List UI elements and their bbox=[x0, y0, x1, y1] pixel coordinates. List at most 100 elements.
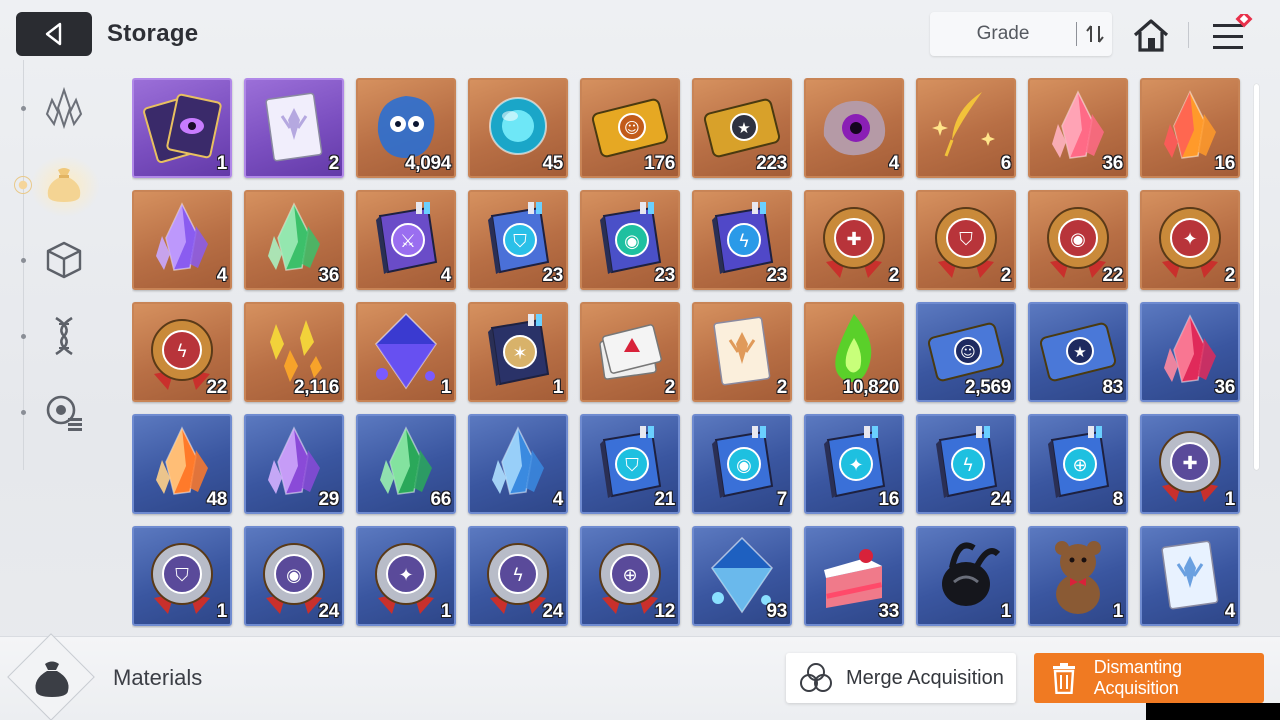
item-tile-purple-eye-blob[interactable]: 4 bbox=[804, 78, 904, 178]
trash-icon bbox=[1034, 662, 1094, 694]
svg-text:⛉: ⛉ bbox=[175, 565, 189, 586]
blue-white-book-icon bbox=[1161, 540, 1219, 610]
item-tile-gold-shards[interactable]: 2,116 bbox=[244, 302, 344, 402]
svg-text:☺: ☺ bbox=[624, 119, 640, 137]
inventory-grid-viewport[interactable]: 1 2 4,094 45 ☺ 176 ★ 223 4 6 36 16 4 36 ⚔ 4 ⛉ 23 ◉ 23 ϟ 23 ✚ 2 ⛉… bbox=[132, 78, 1244, 628]
item-tile-gear-medal-bolt[interactable]: ϟ 22 bbox=[132, 302, 232, 402]
item-tile-blue-spirit[interactable]: 4,094 bbox=[356, 78, 456, 178]
item-tile-silver-medal-eye[interactable]: ◉ 24 bbox=[244, 526, 344, 626]
inventory-scrollbar-thumb[interactable] bbox=[1254, 84, 1259, 470]
sidebar-active-marker bbox=[14, 176, 32, 194]
home-button[interactable] bbox=[1131, 16, 1171, 54]
item-tile-book-eye[interactable]: ◉ 23 bbox=[580, 190, 680, 290]
item-tile-gear-medal-shield[interactable]: ⛉ 2 bbox=[916, 190, 1016, 290]
sidebar-item-cubes[interactable] bbox=[38, 234, 90, 286]
item-tile-silver-medal-dagger[interactable]: ✦ 1 bbox=[356, 526, 456, 626]
item-tile-blue-white-book[interactable]: 4 bbox=[1140, 526, 1240, 626]
item-count: 1 bbox=[216, 601, 228, 622]
item-count: 4 bbox=[1224, 601, 1236, 622]
item-tile-blue-book-eye[interactable]: ◉ 7 bbox=[692, 414, 792, 514]
item-count: 4 bbox=[216, 265, 228, 286]
svg-text:⊕: ⊕ bbox=[622, 565, 637, 586]
sidebar-item-genes[interactable] bbox=[38, 310, 90, 362]
item-tile-gear-medal-eye[interactable]: ◉ 22 bbox=[1028, 190, 1128, 290]
inventory-scrollbar[interactable] bbox=[1254, 84, 1259, 470]
item-tile-frost-gem[interactable]: 93 bbox=[692, 526, 792, 626]
item-count: 1 bbox=[552, 377, 564, 398]
gear-medal-dagger-icon: ✦ bbox=[1159, 207, 1221, 278]
item-tile-green-flame[interactable]: 10,820 bbox=[804, 302, 904, 402]
screen-corner-mask bbox=[1146, 703, 1280, 720]
merge-acquisition-button[interactable]: Merge Acquisition bbox=[786, 653, 1016, 703]
svg-text:✚: ✚ bbox=[1182, 453, 1197, 474]
item-tile-black-beetle[interactable]: 1 bbox=[916, 526, 1016, 626]
item-tile-amber-crystal[interactable]: 16 bbox=[1140, 78, 1240, 178]
back-button[interactable] bbox=[16, 12, 92, 56]
item-tile-gold-ticket-star[interactable]: ★ 223 bbox=[692, 78, 792, 178]
item-tile-blue-ticket-star[interactable]: ★ 83 bbox=[1028, 302, 1128, 402]
item-tile-blue-book-dagger[interactable]: ✦ 16 bbox=[804, 414, 904, 514]
page-title: Storage bbox=[107, 20, 199, 47]
item-tile-strawberry-cake[interactable]: 33 bbox=[804, 526, 904, 626]
item-count: 6 bbox=[1000, 153, 1012, 174]
item-tile-star-map-book[interactable]: ✶ 1 bbox=[468, 302, 568, 402]
item-tile-blue-ticket-portrait[interactable]: ☺ 2,569 bbox=[916, 302, 1016, 402]
item-tile-gold-feather[interactable]: 6 bbox=[916, 78, 1016, 178]
svg-text:★: ★ bbox=[1073, 343, 1086, 361]
item-tile-teddy-bear[interactable]: 1 bbox=[1028, 526, 1128, 626]
item-tile-book-swords[interactable]: ⚔ 4 bbox=[356, 190, 456, 290]
sidebar-track bbox=[23, 60, 24, 470]
item-tile-blue-book-shield[interactable]: ⛉ 21 bbox=[580, 414, 680, 514]
item-tile-book-shield[interactable]: ⛉ 23 bbox=[468, 190, 568, 290]
item-tile-silver-medal-bolt[interactable]: ϟ 24 bbox=[468, 526, 568, 626]
item-count: 4 bbox=[888, 153, 900, 174]
item-tile-ice-crystal[interactable]: 4 bbox=[468, 414, 568, 514]
item-tile-red-cards[interactable]: 2 bbox=[580, 302, 680, 402]
item-tile-book-bolt[interactable]: ϟ 23 bbox=[692, 190, 792, 290]
gear-medal-shield-icon: ⛉ bbox=[935, 207, 997, 278]
gear-medal-sword-icon: ✚ bbox=[823, 207, 885, 278]
item-tile-blue-book-bolt[interactable]: ϟ 24 bbox=[916, 414, 1016, 514]
item-count: 24 bbox=[990, 489, 1011, 510]
item-tile-purple-eye-cards[interactable]: 1 bbox=[132, 78, 232, 178]
dismantle-acquisition-button[interactable]: Dismanting Acquisition bbox=[1034, 653, 1264, 703]
item-tile-cyan-orb[interactable]: 45 bbox=[468, 78, 568, 178]
item-tile-red-crystal[interactable]: 36 bbox=[1140, 302, 1240, 402]
item-count: 24 bbox=[318, 601, 339, 622]
item-tile-violet-crystal[interactable]: 29 bbox=[244, 414, 344, 514]
item-tile-blue-book-target[interactable]: ⊕ 8 bbox=[1028, 414, 1128, 514]
item-tile-emerald-crystal[interactable]: 66 bbox=[356, 414, 456, 514]
item-tile-purple-crystal[interactable]: 4 bbox=[132, 190, 232, 290]
silver-medal-sword-icon: ✚ bbox=[1159, 431, 1221, 502]
item-tile-cream-book[interactable]: 2 bbox=[692, 302, 792, 402]
sort-dropdown[interactable]: Grade bbox=[930, 12, 1112, 56]
menu-button[interactable] bbox=[1210, 10, 1260, 56]
item-tile-pink-crystal[interactable]: 36 bbox=[1028, 78, 1128, 178]
sort-arrows-icon[interactable] bbox=[1077, 23, 1112, 45]
home-icon bbox=[1133, 19, 1169, 52]
item-count: 21 bbox=[654, 489, 675, 510]
sidebar-item-modules[interactable] bbox=[38, 386, 90, 438]
red-cards-icon bbox=[599, 324, 662, 380]
silver-medal-shield-icon: ⛉ bbox=[151, 543, 213, 614]
item-count: 48 bbox=[206, 489, 227, 510]
item-tile-blue-octahedron[interactable]: 1 bbox=[356, 302, 456, 402]
item-tile-silver-medal-shield[interactable]: ⛉ 1 bbox=[132, 526, 232, 626]
item-tile-gear-medal-sword[interactable]: ✚ 2 bbox=[804, 190, 904, 290]
svg-text:ϟ: ϟ bbox=[738, 231, 750, 252]
star-map-book-icon: ✶ bbox=[488, 314, 550, 386]
item-tile-silver-medal-sword[interactable]: ✚ 1 bbox=[1140, 414, 1240, 514]
item-tile-white-book[interactable]: 2 bbox=[244, 78, 344, 178]
item-tile-green-crystal[interactable]: 36 bbox=[244, 190, 344, 290]
item-tile-gear-medal-dagger[interactable]: ✦ 2 bbox=[1140, 190, 1240, 290]
sidebar-item-crystals[interactable] bbox=[38, 82, 90, 134]
item-tile-silver-medal-target[interactable]: ⊕ 12 bbox=[580, 526, 680, 626]
svg-text:⛉: ⛉ bbox=[959, 229, 973, 250]
item-tile-orange-crystal[interactable]: 48 bbox=[132, 414, 232, 514]
sidebar-item-materials[interactable] bbox=[38, 158, 90, 210]
item-count: 23 bbox=[654, 265, 675, 286]
blue-book-target-icon: ⊕ bbox=[1048, 426, 1110, 498]
svg-text:◉: ◉ bbox=[736, 455, 752, 476]
item-count: 176 bbox=[644, 153, 675, 174]
item-tile-gold-ticket-portrait[interactable]: ☺ 176 bbox=[580, 78, 680, 178]
